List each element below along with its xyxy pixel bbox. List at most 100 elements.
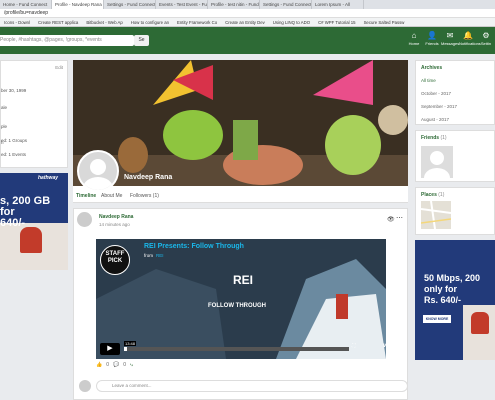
browser-tab[interactable]: Profile - test nitin - Fund xyxy=(208,0,260,9)
avatar-placeholder-icon xyxy=(83,159,113,190)
gear-icon: ⚙ xyxy=(482,31,490,40)
left-advertisement[interactable]: hathway s, 200 GB for 640/- xyxy=(0,173,68,270)
post-author-name[interactable]: Navdeep Rana xyxy=(99,214,133,220)
friends-count: (1) xyxy=(440,135,447,141)
browser-tab[interactable]: Lorem Ipsum - All xyxy=(312,0,364,9)
profile-avatar[interactable] xyxy=(77,150,119,192)
post-reactions: 👍 0 💬 0 ⤷ xyxy=(96,362,133,368)
places-title: Places (1) xyxy=(421,192,444,198)
bookmark[interactable]: Using LINQ to ADO xyxy=(269,18,314,26)
address-bar[interactable]: /profile/bu=navdeep xyxy=(0,9,495,18)
place-map-thumbnail[interactable] xyxy=(420,200,452,230)
info-gender: ale xyxy=(1,105,8,110)
friends-title-text: Friends xyxy=(421,135,440,141)
rei-logo: REI xyxy=(233,273,254,287)
browser-tab-active[interactable]: Profile - Navdeep Rana xyxy=(52,0,104,9)
map-graphic xyxy=(420,200,452,230)
nav-label: Friends xyxy=(425,41,439,46)
bookmarks-bar: Icons - Downl Create REST applica Bitbuc… xyxy=(0,18,495,27)
nav-notifications[interactable]: 🔔 Notifications xyxy=(459,30,481,46)
nav-settings[interactable]: ⚙ Settin xyxy=(477,30,495,46)
nav-label: Settin xyxy=(480,41,492,46)
comment-icon[interactable]: 💬 xyxy=(113,362,119,368)
video-duration: 13:48 xyxy=(124,341,137,346)
video-title[interactable]: REI Presents: Follow Through xyxy=(144,243,244,250)
archive-item[interactable]: October - 2017 xyxy=(421,91,451,96)
search-input[interactable]: People, #hashtags, @pages, !groups, *eve… xyxy=(0,35,134,46)
info-birthday: ber 30, 1999 xyxy=(1,88,27,93)
share-count: 0 xyxy=(123,362,127,368)
bookmark[interactable]: Secure Salted Passw xyxy=(360,18,409,26)
ad-price: 640/- xyxy=(0,217,26,229)
bookmark[interactable]: Bitbucket - Web Ap xyxy=(82,18,126,26)
browser-tab[interactable]: Home - Fund Connect xyxy=(0,0,52,9)
info-location: ple xyxy=(1,124,8,129)
video-from-label: from xyxy=(144,253,153,258)
browser-tab[interactable]: Events - Test Event - Fund xyxy=(156,0,208,9)
bookmark[interactable]: C# WPF Tutorial 15 xyxy=(314,18,360,26)
fullscreen-icon[interactable]: ⛶ xyxy=(352,343,356,349)
comment-input[interactable]: Leave a comment... xyxy=(96,380,408,392)
edit-link[interactable]: Edit xyxy=(55,65,63,70)
eye-icon: 👁 xyxy=(387,217,395,223)
places-count: (1) xyxy=(438,192,445,198)
video-progress-bar[interactable] xyxy=(124,347,349,351)
vimeo-logo[interactable]: vimeo xyxy=(383,343,386,349)
tab-timeline[interactable]: Timeline xyxy=(76,193,96,199)
ad-person-illustration xyxy=(20,227,42,253)
profile-tab-bar xyxy=(73,186,408,203)
tab-followers[interactable]: Followers (1) xyxy=(130,193,159,199)
browser-tab[interactable]: Settings - Fund Connect xyxy=(104,0,156,9)
archive-item[interactable]: September - 2017 xyxy=(421,104,457,109)
archives-title: Archives xyxy=(421,65,443,71)
know-more-button[interactable]: KNOW MORE xyxy=(423,315,451,323)
app-header: People, #hashtags, @pages, !groups, *eve… xyxy=(0,27,495,54)
friends-card: Friends (1) xyxy=(415,130,495,188)
post-author-avatar[interactable] xyxy=(77,212,92,227)
friends-title: Friends (1) xyxy=(421,135,447,141)
right-advertisement[interactable]: 50 Mbps, 200 only for Rs. 640/- KNOW MOR… xyxy=(415,240,495,360)
ad-person-illustration xyxy=(471,312,489,334)
info-events[interactable]: ed: 1 Events xyxy=(1,152,26,157)
avatar-placeholder-icon xyxy=(424,151,450,188)
places-card: Places (1) xyxy=(415,187,495,235)
info-groups[interactable]: ed: 1 Groups xyxy=(1,138,27,143)
commenter-avatar xyxy=(79,380,91,392)
tab-about-me[interactable]: About Me xyxy=(101,193,122,199)
nav-messages[interactable]: ✉ Messages xyxy=(441,30,459,46)
home-icon: ⌂ xyxy=(411,31,417,40)
ad-price: Rs. 640/- xyxy=(424,295,462,305)
browser-tab[interactable]: Settings - Fund Connect xyxy=(260,0,312,9)
profile-name: Navdeep Rana xyxy=(124,174,173,181)
search-button[interactable]: Se xyxy=(134,35,149,46)
like-count: 0 xyxy=(106,362,110,368)
video-from-link[interactable]: REI xyxy=(156,253,164,258)
archive-item[interactable]: August - 2017 xyxy=(421,117,449,122)
timeline-post: Navdeep Rana 14 minutes ago 👁 ⋯ STAFF PI… xyxy=(73,208,408,400)
staff-pick-badge: STAFF PICK xyxy=(100,245,130,275)
friend-avatar[interactable] xyxy=(421,146,453,188)
top-nav: ⌂ Home 👤 Friends ✉ Messages 🔔 Notifications … xyxy=(405,30,495,46)
nav-friends[interactable]: 👤 Friends xyxy=(423,30,441,46)
vimeo-video-player[interactable]: STAFF PICK REI Presents: Follow Through … xyxy=(96,239,386,359)
archives-card: Archives All time October - 2017 Septemb… xyxy=(415,60,495,125)
play-button[interactable]: ▶ xyxy=(100,343,120,355)
share-post-icon[interactable]: ⤷ xyxy=(130,362,133,368)
like-icon[interactable]: 👍 xyxy=(96,362,102,368)
bookmark[interactable]: Icons - Downl xyxy=(0,18,34,26)
archive-item[interactable]: All time xyxy=(421,78,436,83)
bookmark[interactable]: Create an Entity Dev xyxy=(221,18,269,26)
more-options-icon[interactable]: ⋯ xyxy=(396,214,403,222)
ad-brand-logo: hathway xyxy=(38,175,59,181)
bookmark[interactable]: Create REST applica xyxy=(34,18,82,26)
bookmark[interactable]: Entity Framework Co xyxy=(173,18,221,26)
video-frame xyxy=(96,239,386,359)
nav-label: Messages xyxy=(441,41,460,46)
video-caption: FOLLOW THROUGH xyxy=(208,303,266,309)
bookmark[interactable]: How to configure an xyxy=(127,18,173,26)
nav-home[interactable]: ⌂ Home xyxy=(405,30,423,46)
nav-label: Home xyxy=(408,41,420,46)
profile-info-card: Edit ber 30, 1999 ale ple h ed: 1 Groups… xyxy=(0,60,68,168)
envelope-icon: ✉ xyxy=(446,31,454,40)
browser-tab-bar: Home - Fund Connect Profile - Navdeep Ra… xyxy=(0,0,495,9)
